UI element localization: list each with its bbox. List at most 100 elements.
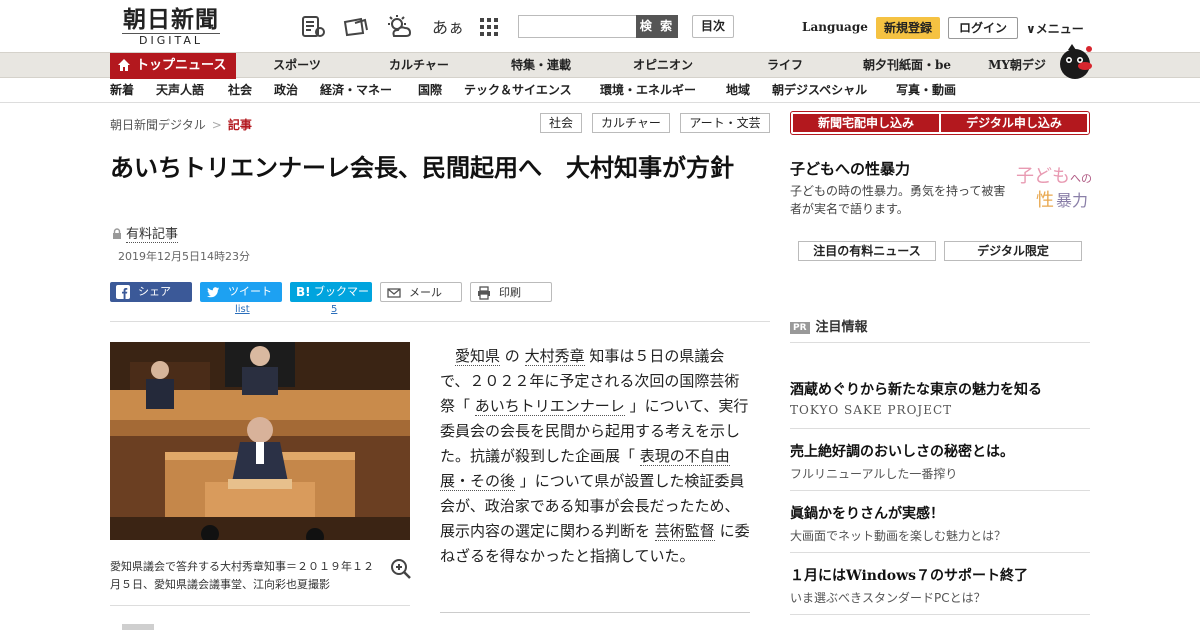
nav-culture[interactable]: カルチャー xyxy=(374,53,464,79)
mail-share-label: メール xyxy=(409,286,442,299)
mail-share-button[interactable]: メール xyxy=(380,282,462,302)
divider xyxy=(790,342,1090,343)
nav2-special[interactable]: 朝デジスペシャル xyxy=(772,79,867,102)
photo-caption: 愛知県議会で答弁する大村秀章知事＝２０１９年１２月５日、愛知県議会議事堂、江向彩… xyxy=(110,560,374,591)
print-button[interactable]: 印刷 xyxy=(470,282,552,302)
pr-heading: PR 注目情報 xyxy=(790,316,868,335)
pr-item-sub[interactable]: TOKYO SAKE PROJECT xyxy=(790,403,952,417)
nav-opinion[interactable]: オピニオン xyxy=(618,53,708,79)
nav2-photo-video[interactable]: 写真・動画 xyxy=(896,79,956,102)
subscribe-box: 新聞宅配申し込み デジタル申し込み xyxy=(790,111,1090,135)
divider xyxy=(790,614,1090,615)
logo-main-text: 朝日新聞 xyxy=(123,6,219,33)
weather-icon[interactable] xyxy=(386,14,412,40)
hatena-bookmark-label: ブックマーク xyxy=(314,285,369,318)
twitter-icon xyxy=(207,287,219,298)
divider xyxy=(790,552,1090,553)
nav-features[interactable]: 特集・連載 xyxy=(494,53,588,79)
grid-menu-icon[interactable] xyxy=(476,14,502,40)
divider xyxy=(790,428,1090,429)
nav-sports[interactable]: スポーツ xyxy=(258,53,336,79)
register-button[interactable]: 新規登録 xyxy=(876,17,940,39)
breadcrumb-home[interactable]: 朝日新聞デジタル xyxy=(110,118,206,132)
digital-only-button[interactable]: デジタル限定 xyxy=(944,241,1082,261)
nav2-politics[interactable]: 政治 xyxy=(274,79,298,102)
digital-subscribe-button[interactable]: デジタル申し込み xyxy=(941,114,1087,132)
keyword-link-art-director[interactable]: 芸術監督 xyxy=(654,522,715,541)
login-button[interactable]: ログイン xyxy=(948,17,1018,39)
feature-title[interactable]: 子どもへの性暴力 xyxy=(790,158,910,179)
logo-sub-text: DIGITAL xyxy=(122,33,220,47)
twitter-tweet-button[interactable]: ツイート xyxy=(200,282,282,302)
search-button[interactable]: 検 索 xyxy=(636,15,678,38)
font-size-toggle[interactable]: あぁ xyxy=(432,14,464,38)
nav-top-news[interactable]: トップニュース xyxy=(110,53,236,79)
tag-art-literature[interactable]: アート・文芸 xyxy=(680,113,770,133)
nav2-region[interactable]: 地域 xyxy=(726,79,750,102)
paper-subscribe-button[interactable]: 新聞宅配申し込み xyxy=(793,114,939,132)
tag-society[interactable]: 社会 xyxy=(540,113,582,133)
facebook-share-label: シェア xyxy=(138,285,171,298)
mascot-icon[interactable] xyxy=(1056,42,1094,80)
nav2-society[interactable]: 社会 xyxy=(228,79,252,102)
nav-paper[interactable]: 朝夕刊紙面・be xyxy=(854,53,960,79)
nav2-environment[interactable]: 環境・エネルギー xyxy=(600,79,696,102)
zoom-icon[interactable] xyxy=(390,558,412,580)
toc-button[interactable]: 目次 xyxy=(692,15,734,38)
divider xyxy=(110,605,410,606)
nav2-tech[interactable]: テック＆サイエンス xyxy=(464,79,572,102)
menu-button[interactable]: ∨メニュー xyxy=(1026,20,1084,37)
keyword-link-aichi[interactable]: 愛知県 xyxy=(455,347,501,366)
home-icon xyxy=(118,59,130,71)
paid-label-text: 有料記事 xyxy=(126,227,179,243)
paid-article-label[interactable]: 有料記事 xyxy=(112,223,179,243)
ticket-icon[interactable] xyxy=(343,14,369,40)
feature-description[interactable]: 子どもの時の性暴力。勇気を持って被害者が実名で語ります。 xyxy=(790,182,1010,218)
nav2-economy[interactable]: 経済・マネー xyxy=(320,79,392,102)
newspaper-icon[interactable] xyxy=(300,14,326,40)
primary-nav: トップニュース スポーツ カルチャー 特集・連載 オピニオン ライフ 朝夕刊紙面… xyxy=(0,52,1200,79)
breadcrumb-current: 記事 xyxy=(227,118,252,132)
nav2-new[interactable]: 新着 xyxy=(110,79,134,102)
search-input[interactable] xyxy=(518,15,636,38)
pr-item-title[interactable]: 売上絶好調のおいしさの秘密とは。 xyxy=(790,441,1014,461)
nav2-tenseijingo[interactable]: 天声人語 xyxy=(156,79,204,102)
nav2-international[interactable]: 国際 xyxy=(418,79,442,102)
nav-top-news-label: トップニュース xyxy=(136,58,227,73)
feature-logo-image[interactable]: 子ども への 性 暴力 xyxy=(1012,160,1092,212)
hatena-bookmark-button[interactable]: B! ブックマーク xyxy=(290,282,372,318)
site-header: 朝日新聞 DIGITAL あぁ 検 索 目次 Language 新規登録 ログイ… xyxy=(0,0,1200,52)
next-photo-thumbnail[interactable] xyxy=(122,624,154,630)
pr-item-sub[interactable]: フルリニューアルした一番搾り xyxy=(790,465,957,482)
keyword-link-triennale[interactable]: あいちトリエンナーレ xyxy=(474,397,625,416)
nav-life[interactable]: ライフ xyxy=(748,53,822,79)
pr-item-sub[interactable]: 大画面でネット動画を楽しむ魅力とは？ xyxy=(790,527,1006,544)
facebook-icon xyxy=(116,285,130,299)
divider xyxy=(790,490,1090,491)
hatena-icon: B! xyxy=(296,285,311,299)
keyword-link-omura[interactable]: 大村秀章 xyxy=(524,347,585,366)
nav-my-asadigi[interactable]: MY朝デジ xyxy=(980,53,1054,79)
facebook-share-button[interactable]: シェア xyxy=(110,282,192,302)
pr-item-title[interactable]: 酒蔵めぐりから新たな東京の魅力を知る xyxy=(790,379,1042,399)
feature-logo-text-c: 性 xyxy=(1036,190,1054,211)
breadcrumb: 朝日新聞デジタル > 記事 xyxy=(110,116,252,133)
article-title: あいちトリエンナーレ会長、民間起用へ 大村知事が方針 xyxy=(110,153,734,182)
tag-culture[interactable]: カルチャー xyxy=(592,113,670,133)
twitter-count[interactable]: list xyxy=(235,304,250,315)
paid-news-button[interactable]: 注目の有料ニュース xyxy=(798,241,936,261)
language-link[interactable]: Language xyxy=(802,20,868,34)
secondary-nav: 新着 天声人語 社会 政治 経済・マネー 国際 テック＆サイエンス 環境・エネル… xyxy=(0,79,1200,103)
feature-logo-text-d: 暴力 xyxy=(1056,191,1088,210)
feature-logo-text-b: への xyxy=(1070,172,1092,185)
breadcrumb-separator: > xyxy=(211,118,222,132)
lock-icon xyxy=(113,228,121,239)
pr-item-title[interactable]: 眞鍋かをりさんが実感！ xyxy=(790,503,944,523)
hatena-count[interactable]: 5 xyxy=(331,304,337,315)
article-photo[interactable] xyxy=(110,342,410,540)
pr-item-title[interactable]: １月にはWindows７のサポート終了 xyxy=(790,565,1028,585)
assembly-photo-image xyxy=(110,342,410,540)
pr-item-sub[interactable]: いま選ぶべきスタンダードPCとは？ xyxy=(790,589,986,606)
pr-badge: PR xyxy=(790,322,810,334)
asahi-digital-logo[interactable]: 朝日新聞 DIGITAL xyxy=(112,6,230,47)
